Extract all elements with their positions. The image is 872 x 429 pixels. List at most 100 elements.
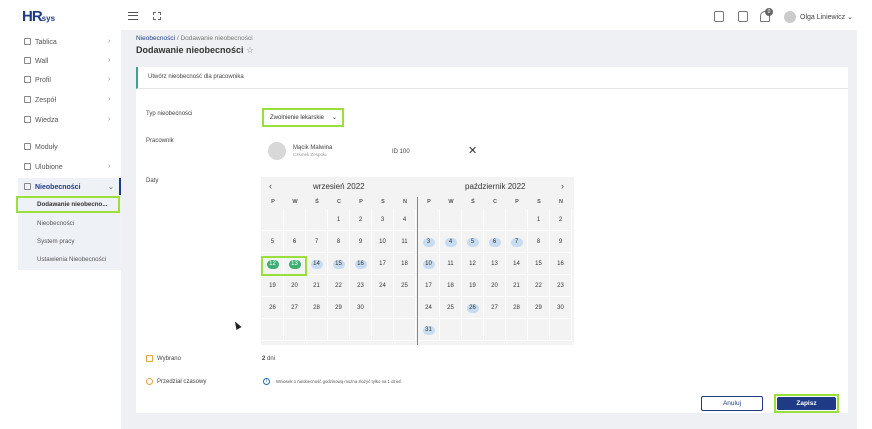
sidebar-item-nieobecnosci[interactable]: Nieobecności ⌄ (24, 183, 114, 191)
remove-employee-icon[interactable]: ✕ (468, 144, 477, 157)
calendar-day[interactable]: 18 (440, 275, 462, 297)
calendar-day[interactable]: 25 (440, 297, 462, 319)
cancel-button[interactable]: Anuluj (701, 396, 763, 411)
calendar-day[interactable]: 30 (350, 297, 372, 319)
calendar-day[interactable]: 23 (350, 275, 372, 297)
user-menu[interactable]: Olga Liniewicz ⌄ (800, 13, 853, 21)
calendar-day[interactable]: 13 (484, 253, 506, 275)
calendar-day[interactable]: 20 (484, 275, 506, 297)
weekday-header: S (537, 199, 541, 205)
prev-month-icon[interactable]: ‹ (269, 181, 272, 191)
user-avatar[interactable] (784, 11, 796, 23)
calendar-day[interactable]: 24 (372, 275, 394, 297)
calendar-day[interactable]: 24 (418, 297, 440, 319)
calendar-day[interactable]: 9 (350, 231, 372, 253)
employee-name: Mącik Malwina (293, 145, 333, 151)
calendar-day[interactable]: 19 (462, 275, 484, 297)
period-label: Przedział czasowy (157, 379, 207, 385)
calendar-day[interactable]: 4 (440, 231, 462, 253)
calendar-day[interactable]: 17 (372, 253, 394, 275)
calendar-day[interactable]: 27 (284, 297, 306, 319)
calendar-day[interactable]: 1 (328, 209, 350, 231)
calendar-day[interactable]: 12 (462, 253, 484, 275)
calendar-day[interactable]: 29 (528, 297, 550, 319)
calendar-day[interactable]: 26 (262, 297, 284, 319)
menu-toggle-icon[interactable] (128, 12, 138, 20)
calendar-day[interactable]: 6 (284, 231, 306, 253)
calendar-day[interactable]: 16 (350, 253, 372, 275)
calendar-day[interactable]: 28 (506, 297, 528, 319)
calendar-day[interactable]: 20 (284, 275, 306, 297)
chevron-right-icon: › (108, 163, 111, 170)
info-icon: i (263, 378, 270, 385)
calendar-day[interactable]: 23 (550, 275, 572, 297)
chat-icon[interactable] (738, 11, 748, 22)
modules-icon (24, 143, 31, 150)
fullscreen-icon[interactable] (153, 12, 161, 20)
calendar-day[interactable]: 2 (350, 209, 372, 231)
calendar-day[interactable]: 22 (528, 275, 550, 297)
calendar-day[interactable]: 15 (328, 253, 350, 275)
calendar-day[interactable]: 8 (528, 231, 550, 253)
breadcrumb-root[interactable]: Nieobecności (136, 35, 175, 42)
calendar-empty-cell (440, 209, 462, 231)
calendar-day[interactable]: 19 (262, 275, 284, 297)
sidebar-item-wall[interactable]: Wall › (24, 57, 110, 65)
calendar-day[interactable]: 31 (418, 319, 440, 341)
next-month-icon[interactable]: › (561, 181, 564, 191)
calendar-day[interactable]: 15 (528, 253, 550, 275)
weekday-header: S (381, 199, 385, 205)
sidebar-item-moduly[interactable]: Moduły (24, 143, 58, 151)
calendar-day[interactable]: 18 (394, 253, 416, 275)
absence-type-select[interactable]: Zwolnienie lekarskie ⌄ (262, 108, 344, 127)
calendar-day[interactable]: 21 (306, 275, 328, 297)
calendar-day[interactable]: 8 (328, 231, 350, 253)
calendar-day[interactable]: 5 (462, 231, 484, 253)
calendar-day[interactable]: 28 (306, 297, 328, 319)
sidebar-item-zespol[interactable]: Zespół › (24, 96, 110, 104)
weekday-header: P (515, 199, 519, 205)
hrsys-logo[interactable]: HRsys (22, 8, 55, 25)
calendar-day[interactable]: 10 (418, 253, 440, 275)
heart-icon (24, 163, 31, 170)
sidebar-item-wiedza[interactable]: Wiedza › (24, 116, 110, 124)
calendar-day[interactable]: 7 (506, 231, 528, 253)
calendar-day[interactable]: 10 (372, 231, 394, 253)
book-icon (24, 116, 31, 123)
clipboard-icon[interactable] (714, 11, 724, 22)
submenu-item-system-pracy[interactable]: System pracy (37, 238, 74, 245)
star-icon[interactable]: ☆ (246, 45, 254, 55)
calendar-day[interactable]: 30 (550, 297, 572, 319)
calendar-day[interactable]: 25 (394, 275, 416, 297)
save-button[interactable]: Zapisz (777, 397, 836, 410)
calendar-day[interactable]: 11 (394, 231, 416, 253)
submenu-item-nieobecnosci[interactable]: Nieobecności (37, 220, 74, 227)
sidebar-item-tablica[interactable]: Tablica › (24, 38, 110, 46)
calendar-day[interactable]: 5 (262, 231, 284, 253)
calendar-day[interactable]: 21 (506, 275, 528, 297)
sidebar-item-profil[interactable]: Profil › (24, 76, 110, 84)
calendar-day[interactable]: 4 (394, 209, 416, 231)
calendar-day[interactable]: 22 (328, 275, 350, 297)
calendar-day[interactable]: 14 (306, 253, 328, 275)
calendar-day[interactable]: 26 (462, 297, 484, 319)
calendar-day[interactable]: 16 (550, 253, 572, 275)
calendar-day[interactable]: 27 (484, 297, 506, 319)
calendar-day[interactable]: 29 (328, 297, 350, 319)
calendar-day[interactable]: 2 (550, 209, 572, 231)
submenu-item-dodawanie[interactable]: Dodawanie nieobecno... (37, 201, 107, 208)
calendar-day[interactable]: 9 (550, 231, 572, 253)
calendar-day[interactable]: 7 (306, 231, 328, 253)
selected-value: 2 dni (262, 356, 276, 362)
calendar-day[interactable]: 1 (528, 209, 550, 231)
calendar-day[interactable]: 17 (418, 275, 440, 297)
card-title: Utwórz nieobecność dla pracownika (148, 74, 244, 80)
submenu-item-ustawienia[interactable]: Ustawienia Nieobecności (37, 256, 106, 263)
weekday-header: P (271, 199, 275, 205)
calendar-day[interactable]: 14 (506, 253, 528, 275)
calendar-day[interactable]: 3 (418, 231, 440, 253)
calendar-day[interactable]: 6 (484, 231, 506, 253)
calendar-day[interactable]: 11 (440, 253, 462, 275)
sidebar-item-ulubione[interactable]: Ulubione › (24, 163, 110, 171)
calendar-day[interactable]: 3 (372, 209, 394, 231)
